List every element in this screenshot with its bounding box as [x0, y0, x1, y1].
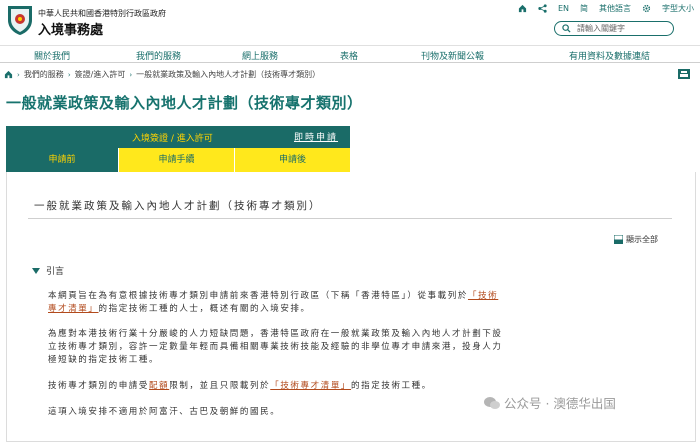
panel-divider	[28, 218, 672, 219]
expand-all-label: 顯示全部	[626, 235, 658, 244]
lang-en-link[interactable]: EN	[558, 4, 569, 13]
gear-icon[interactable]	[642, 4, 651, 13]
expand-all-button[interactable]: 顯示全部	[614, 234, 658, 245]
tab-row: 申請前 申請手續 申請後	[6, 148, 350, 172]
share-icon[interactable]	[538, 3, 547, 13]
nav-about-us[interactable]: 關於我們	[34, 49, 70, 62]
tab-before-applying[interactable]: 申請前	[6, 148, 118, 172]
print-icon[interactable]	[678, 69, 690, 79]
search-input[interactable]: 請輸入關鍵字	[554, 21, 674, 36]
breadcrumb-separator: ›	[17, 70, 20, 79]
apply-now-link[interactable]: 即時申請	[294, 130, 338, 143]
tab-after-applying[interactable]: 申請後	[234, 148, 350, 172]
caret-down-icon	[32, 267, 40, 274]
breadcrumb-separator: ›	[67, 70, 71, 79]
search-icon[interactable]	[562, 24, 571, 33]
tab-application-procedure[interactable]: 申請手續	[118, 148, 234, 172]
intro-paragraph-4: 這項入境安排不適用於阿富汗、古巴及朝鮮的國民。	[48, 407, 281, 417]
government-name: 中華人民共和國香港特別行政區政府	[38, 9, 166, 18]
intro-paragraph-3: 技術專才類別的申請受配額限制，並且只限載列於「技術專才清單」的指定技術工種。	[48, 381, 432, 391]
section-introduction-toggle[interactable]: 引言	[32, 264, 64, 277]
breadcrumb-visas[interactable]: 簽證/進入許可	[75, 69, 126, 80]
department-name[interactable]: 入境事務處	[38, 19, 103, 38]
skilled-talent-list-link[interactable]: 「技術專才清單」	[270, 381, 351, 391]
skilled-talent-list-link[interactable]: 「技術	[468, 291, 498, 301]
breadcrumb-our-services[interactable]: 我們的服務	[24, 69, 64, 80]
search-placeholder: 請輸入關鍵字	[577, 24, 625, 33]
hk-emblem-logo[interactable]	[6, 4, 34, 36]
breadcrumb-current: 一般就業政策及輸入內地人才計劃（技術專才類別）	[136, 70, 321, 79]
site-header: 中華人民共和國香港特別行政區政府 入境事務處 EN 简 其他語言 字型大小 請輸…	[0, 0, 700, 44]
nav-publications[interactable]: 刊物及新聞公報	[421, 49, 484, 62]
nav-forms[interactable]: 表格	[340, 49, 358, 62]
font-size-link[interactable]: 字型大小	[662, 3, 694, 14]
nav-our-services[interactable]: 我們的服務	[136, 49, 181, 62]
intro-paragraph-2: 為應對本港技術行業十分嚴峻的人力短缺問題，香港特區政府在一般就業政策及輸入內地人…	[48, 329, 503, 365]
home-icon[interactable]	[518, 4, 527, 13]
tab-header: 入境簽證 / 進入許可 即時申請	[6, 126, 350, 148]
nav-useful-info[interactable]: 有用資料及數據連結	[569, 49, 650, 62]
intro-paragraph-1: 本網頁旨在為有意根據技術專才類別申請前來香港特別行政區（下稱「香港特區」）從事載…	[48, 291, 499, 314]
utility-links: EN 简 其他語言 字型大小	[518, 2, 694, 14]
expand-icon	[614, 235, 623, 244]
tab-category-label: 入境簽證 / 進入許可	[132, 134, 213, 144]
main-nav: 關於我們 我們的服務 網上服務 表格 刊物及新聞公報 有用資料及數據連結	[0, 45, 700, 63]
quota-link[interactable]: 配額	[149, 381, 169, 391]
lang-sc-link[interactable]: 简	[580, 3, 588, 14]
other-languages-link[interactable]: 其他語言	[599, 3, 631, 14]
page-title: 一般就業政策及輸入內地人才計劃（技術專才類別）	[6, 94, 363, 112]
home-icon[interactable]	[4, 70, 13, 79]
breadcrumb: › 我們的服務 › 簽證/進入許可 › 一般就業政策及輸入內地人才計劃（技術專才…	[4, 69, 320, 80]
skilled-talent-list-link[interactable]: 專才清單」	[48, 304, 99, 314]
breadcrumb-separator: ›	[129, 70, 133, 79]
watermark: 公众号 · 澳德华出国	[484, 393, 616, 412]
panel-title: 一般就業政策及輸入內地人才計劃（技術專才類別）	[34, 200, 322, 212]
watermark-text: 公众号 · 澳德华出国	[504, 396, 616, 411]
wechat-icon	[484, 396, 500, 409]
nav-e-services[interactable]: 網上服務	[242, 49, 278, 62]
section-title: 引言	[46, 267, 65, 277]
